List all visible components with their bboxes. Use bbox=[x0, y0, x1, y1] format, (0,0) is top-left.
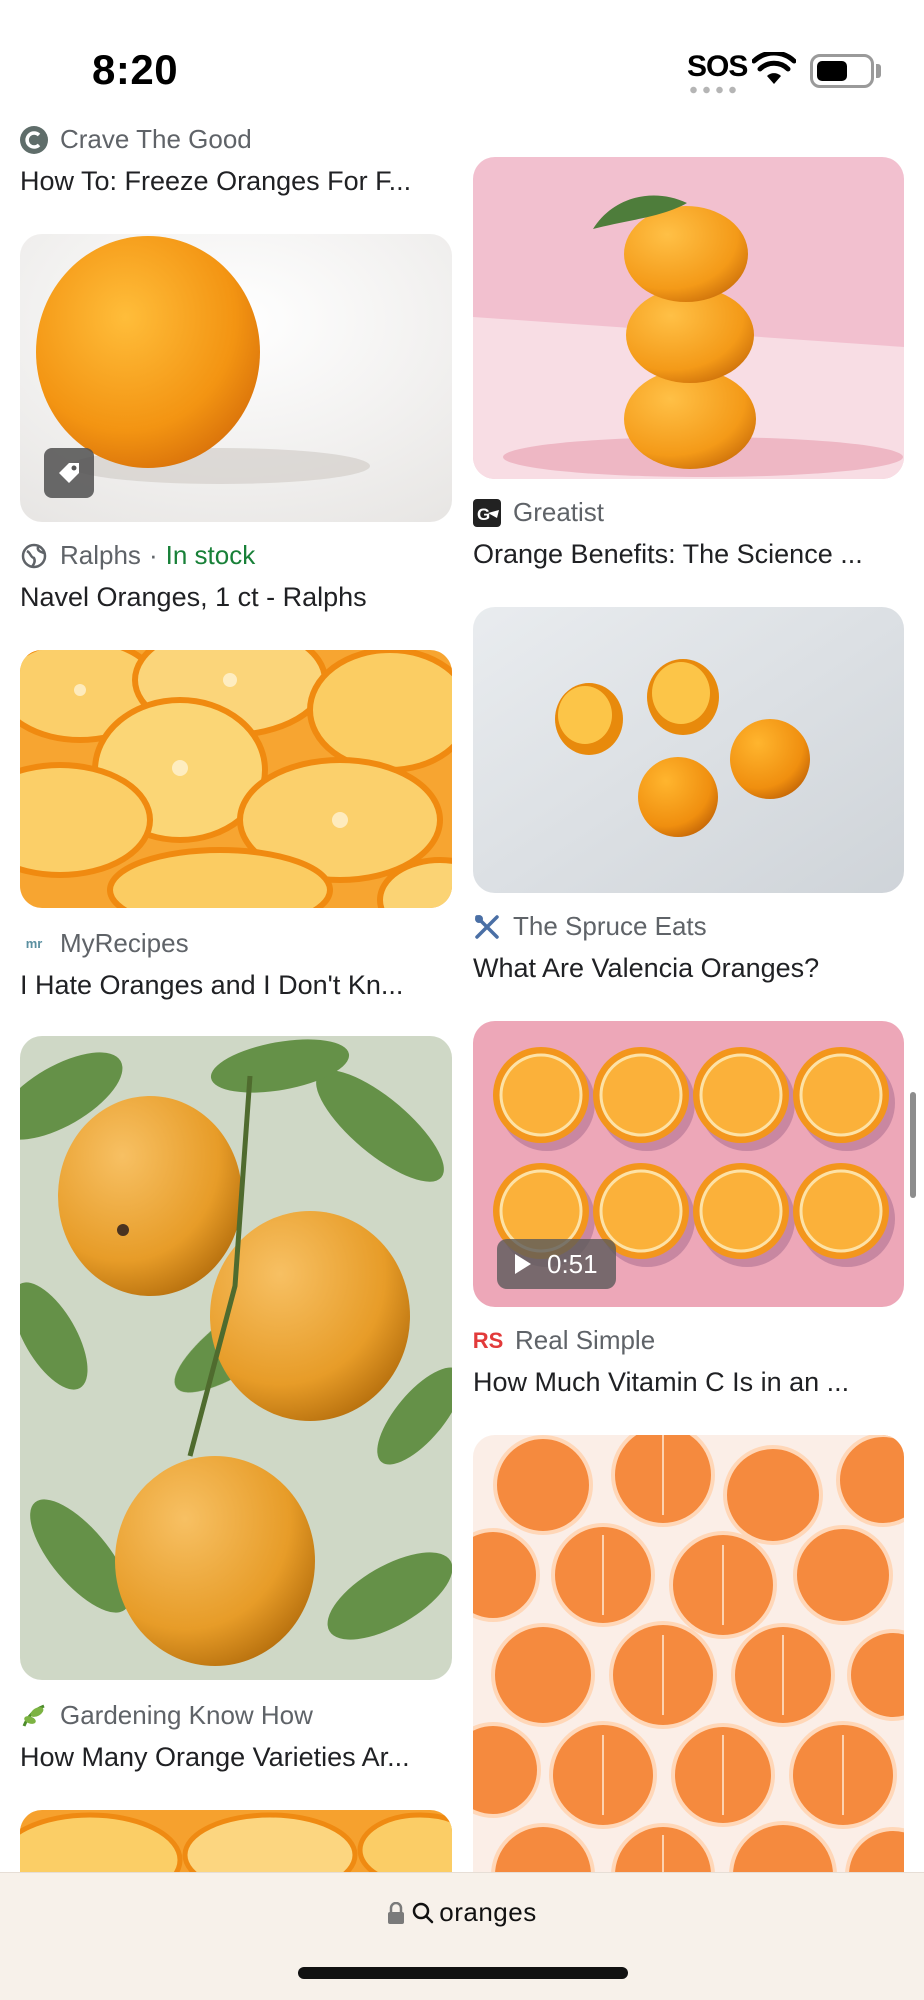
search-query: oranges bbox=[439, 1897, 537, 1927]
result-title[interactable]: Navel Oranges, 1 ct - Ralphs bbox=[20, 582, 460, 613]
source-name: Ralphs bbox=[60, 540, 141, 570]
result-image-valencia-oranges[interactable] bbox=[473, 607, 904, 893]
separator-dot: · bbox=[148, 540, 158, 570]
sos-indicator: SOS bbox=[687, 50, 748, 83]
address-field[interactable]: oranges bbox=[0, 1897, 924, 1928]
result-title[interactable]: Orange Benefits: The Science ... bbox=[473, 539, 913, 570]
result-source[interactable]: Gardening Know How bbox=[20, 1700, 313, 1731]
myrecipes-logo-icon: mr bbox=[25, 936, 43, 951]
result-image-oranges-on-tree[interactable] bbox=[20, 1036, 452, 1680]
result-title[interactable]: How Many Orange Varieties Ar... bbox=[20, 1742, 460, 1773]
source-name: Gardening Know How bbox=[60, 1700, 313, 1730]
bottom-address-bar: oranges bbox=[0, 1872, 924, 2000]
status-bar: 8:20 SOS bbox=[0, 0, 924, 120]
source-name: MyRecipes bbox=[60, 928, 189, 958]
wifi-icon bbox=[752, 52, 796, 84]
result-title[interactable]: How To: Freeze Oranges For F... bbox=[20, 166, 460, 197]
svg-text:G: G bbox=[477, 505, 490, 524]
play-icon bbox=[515, 1254, 531, 1274]
result-title[interactable]: I Hate Oranges and I Don't Kn... bbox=[20, 970, 460, 1001]
result-source[interactable]: mr MyRecipes bbox=[20, 928, 189, 959]
result-image-orange-halves[interactable] bbox=[20, 650, 452, 908]
result-source[interactable]: Ralphs · In stock bbox=[20, 540, 255, 571]
result-source[interactable]: Crave The Good bbox=[20, 124, 252, 155]
source-name: Real Simple bbox=[515, 1325, 656, 1355]
search-icon bbox=[413, 1902, 434, 1923]
source-name: Crave The Good bbox=[60, 124, 252, 154]
spruce-eats-logo-icon bbox=[473, 913, 501, 941]
scrollbar-thumb[interactable] bbox=[910, 1092, 916, 1198]
result-source[interactable]: RS Real Simple bbox=[473, 1325, 655, 1356]
result-source[interactable]: The Spruce Eats bbox=[473, 911, 707, 942]
home-indicator[interactable] bbox=[298, 1967, 628, 1979]
globe-icon bbox=[20, 542, 48, 570]
clock: 8:20 bbox=[92, 46, 179, 93]
stock-status: In stock bbox=[165, 540, 256, 570]
video-duration-badge: 0:51 bbox=[497, 1239, 616, 1289]
battery-tip bbox=[876, 64, 881, 78]
tag-icon bbox=[44, 448, 94, 498]
result-image-stacked-tangerines[interactable] bbox=[473, 157, 904, 479]
video-duration: 0:51 bbox=[547, 1248, 598, 1279]
result-source[interactable]: G Greatist bbox=[473, 497, 604, 528]
source-name: The Spruce Eats bbox=[513, 911, 707, 941]
signal-dots-icon bbox=[687, 86, 739, 94]
result-title[interactable]: What Are Valencia Oranges? bbox=[473, 953, 913, 984]
crave-the-good-logo-icon bbox=[20, 125, 48, 154]
gardening-know-how-logo-icon bbox=[20, 1702, 48, 1730]
result-image-navel-orange[interactable] bbox=[20, 234, 452, 522]
real-simple-logo-icon: RS bbox=[472, 1327, 504, 1353]
result-image-orange-slices-video[interactable]: 0:51 bbox=[473, 1021, 904, 1307]
result-title[interactable]: How Much Vitamin C Is in an ... bbox=[473, 1367, 913, 1398]
source-name: Greatist bbox=[513, 497, 605, 527]
greatist-logo-icon: G bbox=[473, 498, 501, 527]
battery-icon bbox=[810, 54, 874, 88]
lock-icon bbox=[388, 1901, 405, 1924]
